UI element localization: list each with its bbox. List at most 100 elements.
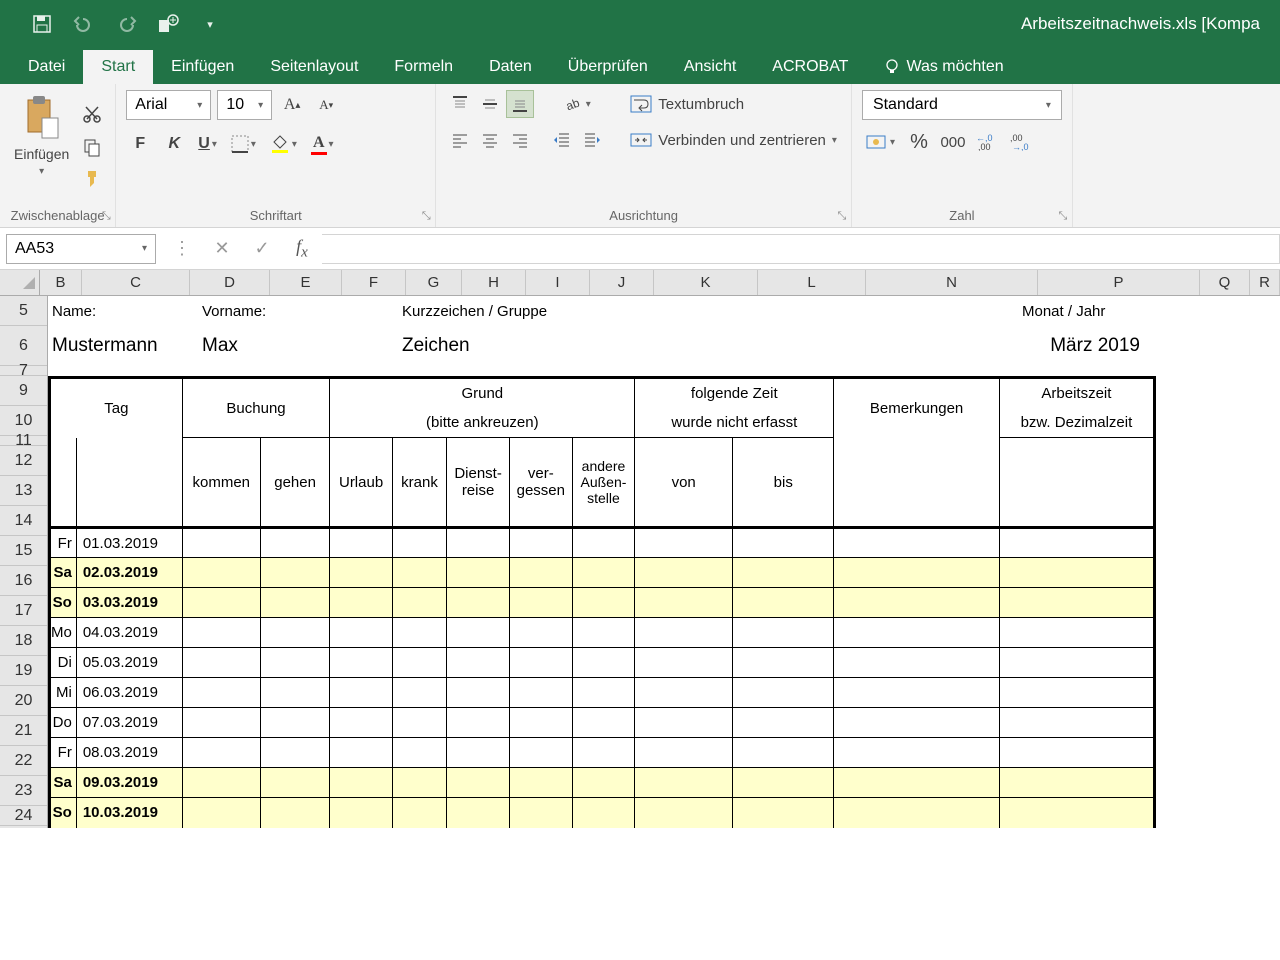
cell[interactable]: Sa [50,558,77,588]
col-header-kommen[interactable]: kommen [182,438,260,528]
accounting-format-button[interactable]: ▾ [862,128,899,156]
cell[interactable] [330,768,392,798]
cell[interactable]: 07.03.2019 [76,708,182,738]
alignment-launcher-icon[interactable]: ⤡ [835,209,849,223]
cell[interactable] [635,588,733,618]
cell[interactable] [260,708,330,738]
tab-view[interactable]: Ansicht [666,50,754,84]
row-header-21[interactable]: 21 [0,716,47,746]
cell[interactable] [392,798,446,828]
row-header-6[interactable]: 6 [0,326,47,366]
cell[interactable] [447,558,510,588]
row-header-5[interactable]: 5 [0,296,47,326]
cell[interactable] [182,708,260,738]
cell[interactable] [572,708,635,738]
copy-button[interactable] [79,134,105,160]
cell-kurz-value[interactable]: Zeichen [398,326,638,366]
cell[interactable] [260,768,330,798]
cell[interactable] [260,798,330,828]
cell[interactable] [635,678,733,708]
tab-acrobat[interactable]: ACROBAT [754,50,866,84]
column-header-D[interactable]: D [190,270,270,295]
cell[interactable] [392,678,446,708]
cell[interactable] [999,618,1154,648]
cell[interactable] [509,738,572,768]
cell[interactable] [999,588,1154,618]
cell[interactable] [635,738,733,768]
align-left-button[interactable] [446,126,474,154]
cell[interactable] [509,558,572,588]
row-header-23[interactable]: 23 [0,776,47,806]
cell[interactable] [999,708,1154,738]
align-right-button[interactable] [506,126,534,154]
cell[interactable] [733,528,834,558]
row-header-24[interactable]: 24 [0,806,47,826]
cell[interactable] [182,618,260,648]
cell[interactable] [182,588,260,618]
cell[interactable]: Do [50,708,77,738]
tab-layout[interactable]: Seitenlayout [252,50,376,84]
cell-monat-value[interactable]: März 2019 [1018,326,1240,366]
row-header-11[interactable]: 11 [0,436,47,446]
font-color-button[interactable]: A▾ [307,130,338,158]
cell[interactable] [392,708,446,738]
col-header-buchung[interactable]: Buchung [182,378,330,438]
cell[interactable]: 05.03.2019 [76,648,182,678]
cell[interactable] [834,798,999,828]
merge-center-button[interactable]: Verbinden und zentrieren ▾ [626,126,841,154]
col-header-bemerkungen[interactable]: Bemerkungen [834,378,999,438]
cell[interactable] [392,738,446,768]
cell[interactable] [834,588,999,618]
select-all-corner[interactable] [0,270,40,295]
cell[interactable] [572,738,635,768]
cell[interactable] [330,588,392,618]
cell[interactable] [392,618,446,648]
cell[interactable] [733,678,834,708]
cell[interactable] [572,648,635,678]
cell[interactable]: So [50,588,77,618]
cell[interactable] [392,768,446,798]
cell[interactable] [392,558,446,588]
cell[interactable] [182,528,260,558]
cell[interactable] [572,678,635,708]
tab-home[interactable]: Start [83,50,153,84]
decrease-decimal-button[interactable]: ,00→,0 [1007,128,1035,156]
row-header-15[interactable]: 15 [0,536,47,566]
cell[interactable] [733,768,834,798]
tab-review[interactable]: Überprüfen [550,50,666,84]
undo-icon[interactable] [72,12,96,36]
col-header-krank[interactable]: krank [392,438,446,528]
align-center-button[interactable] [476,126,504,154]
cell[interactable] [330,528,392,558]
cell[interactable] [635,618,733,648]
cell[interactable] [447,768,510,798]
cell[interactable] [330,738,392,768]
cell[interactable]: 03.03.2019 [76,588,182,618]
cell[interactable] [392,588,446,618]
cell[interactable] [834,738,999,768]
col-header-grund-sub[interactable]: (bitte ankreuzen) [330,408,635,438]
cell[interactable] [260,648,330,678]
cell-name-label[interactable]: Name: [48,296,198,326]
cell[interactable]: 08.03.2019 [76,738,182,768]
col-header-folgende2[interactable]: wurde nicht erfasst [635,408,834,438]
column-header-N[interactable]: N [866,270,1038,295]
cell[interactable] [447,528,510,558]
cell[interactable] [260,588,330,618]
cell[interactable] [182,798,260,828]
col-header-folgende1[interactable]: folgende Zeit [635,378,834,408]
tab-tell-me[interactable]: Was möchten [866,50,1021,84]
tab-formulas[interactable]: Formeln [376,50,471,84]
row-header-17[interactable]: 17 [0,596,47,626]
decrease-font-button[interactable]: A▾ [312,91,340,119]
col-header-urlaub[interactable]: Urlaub [330,438,392,528]
cell[interactable] [999,648,1154,678]
cell-vorname-value[interactable]: Max [198,326,398,366]
cell[interactable]: Fr [50,738,77,768]
cell[interactable] [330,618,392,648]
col-header-von[interactable]: von [635,438,733,528]
col-header-arbeit2[interactable]: bzw. Dezimalzeit [999,408,1154,438]
tab-insert[interactable]: Einfügen [153,50,252,84]
insert-function-button[interactable]: fx [282,234,322,264]
cell[interactable] [572,618,635,648]
